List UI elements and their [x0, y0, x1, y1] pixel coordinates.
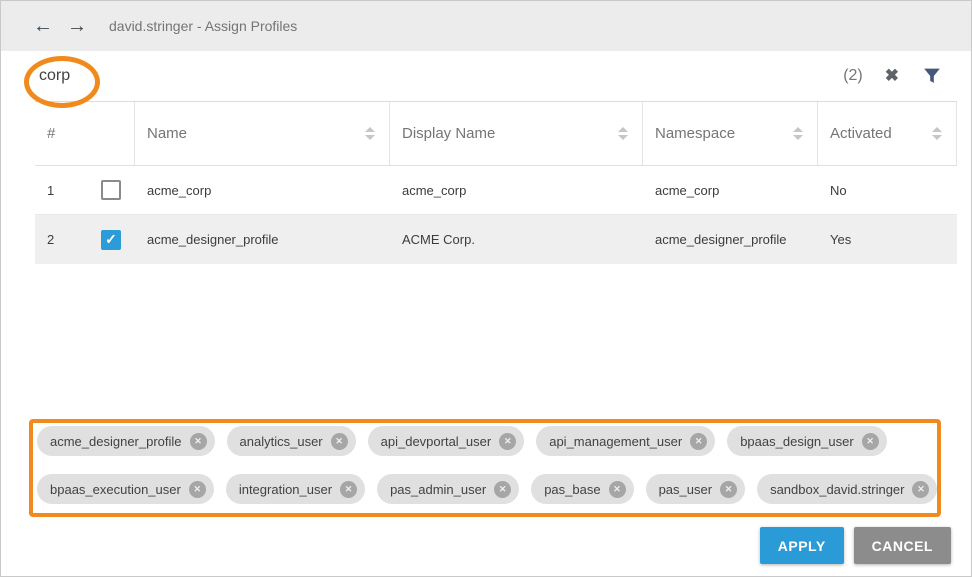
- profiles-table: # Name Display Name Namespace Activated …: [35, 102, 957, 264]
- cell-name: acme_designer_profile: [135, 215, 390, 264]
- titlebar: ← → david.stringer - Assign Profiles: [1, 1, 971, 51]
- table-row[interactable]: 1 acme_corp acme_corp acme_corp No: [35, 166, 957, 215]
- sort-icon[interactable]: [365, 127, 375, 140]
- cell-display-name: ACME Corp.: [390, 215, 643, 264]
- row-checkbox[interactable]: ✓: [101, 230, 121, 250]
- cell-name: acme_corp: [135, 166, 390, 214]
- result-count: (2): [843, 67, 863, 85]
- cell-activated: Yes: [818, 215, 957, 264]
- chip-label: bpaas_execution_user: [50, 482, 181, 497]
- header-display-name[interactable]: Display Name: [390, 102, 643, 165]
- cell-namespace: acme_corp: [643, 166, 818, 214]
- profile-chip[interactable]: bpaas_design_user ✕: [727, 426, 886, 456]
- profile-chip[interactable]: pas_user ✕: [646, 474, 745, 504]
- search-controls: (2) ✖: [843, 65, 957, 87]
- search-bar: corp (2) ✖: [35, 51, 957, 102]
- assign-profiles-dialog: ← → david.stringer - Assign Profiles cor…: [0, 0, 972, 577]
- chip-remove-icon[interactable]: ✕: [340, 481, 357, 498]
- cancel-button[interactable]: CANCEL: [854, 527, 951, 564]
- cell-index: 1: [35, 166, 135, 214]
- cell-activated: No: [818, 166, 957, 214]
- chip-remove-icon[interactable]: ✕: [494, 481, 511, 498]
- profile-chip[interactable]: api_devportal_user ✕: [368, 426, 525, 456]
- chip-remove-icon[interactable]: ✕: [190, 433, 207, 450]
- profile-chip[interactable]: integration_user ✕: [226, 474, 365, 504]
- table-header: # Name Display Name Namespace Activated: [35, 102, 957, 166]
- chip-remove-icon[interactable]: ✕: [189, 481, 206, 498]
- forward-arrow-icon[interactable]: →: [67, 16, 87, 36]
- header-label: Display Name: [402, 125, 495, 142]
- header-namespace[interactable]: Namespace: [643, 102, 818, 165]
- sort-icon[interactable]: [618, 127, 628, 140]
- sort-icon[interactable]: [932, 127, 942, 140]
- profile-chip[interactable]: analytics_user ✕: [227, 426, 356, 456]
- header-label: Namespace: [655, 125, 735, 142]
- profile-chip[interactable]: pas_admin_user ✕: [377, 474, 519, 504]
- assigned-profiles-chips: acme_designer_profile✕analytics_user✕api…: [37, 426, 951, 504]
- chip-label: acme_designer_profile: [50, 434, 182, 449]
- search-input[interactable]: corp: [35, 67, 843, 85]
- cell-namespace: acme_designer_profile: [643, 215, 818, 264]
- row-number: 2: [47, 232, 101, 247]
- dialog-footer: APPLY CANCEL: [1, 527, 971, 564]
- profile-chip[interactable]: acme_designer_profile ✕: [37, 426, 215, 456]
- chip-remove-icon[interactable]: ✕: [690, 433, 707, 450]
- chip-remove-icon[interactable]: ✕: [499, 433, 516, 450]
- sort-icon[interactable]: [793, 127, 803, 140]
- chip-label: api_management_user: [549, 434, 682, 449]
- apply-button[interactable]: APPLY: [760, 527, 844, 564]
- profile-chip[interactable]: api_management_user ✕: [536, 426, 715, 456]
- filter-icon[interactable]: [921, 65, 943, 87]
- chip-label: pas_base: [544, 482, 600, 497]
- header-label: Name: [147, 125, 187, 142]
- chip-remove-icon[interactable]: ✕: [862, 433, 879, 450]
- chip-label: integration_user: [239, 482, 332, 497]
- header-index: #: [35, 102, 135, 165]
- cell-index: 2 ✓: [35, 215, 135, 264]
- profile-chip[interactable]: bpaas_execution_user ✕: [37, 474, 214, 504]
- chip-remove-icon[interactable]: ✕: [331, 433, 348, 450]
- profile-chip[interactable]: sandbox_david.stringer ✕: [757, 474, 937, 504]
- cell-display-name: acme_corp: [390, 166, 643, 214]
- chip-label: api_devportal_user: [381, 434, 492, 449]
- table-row[interactable]: 2 ✓ acme_designer_profile ACME Corp. acm…: [35, 215, 957, 264]
- clear-filter-icon[interactable]: ✖: [885, 66, 899, 86]
- profile-chip[interactable]: pas_base ✕: [531, 474, 633, 504]
- chip-label: pas_user: [659, 482, 712, 497]
- chip-label: analytics_user: [240, 434, 323, 449]
- chip-remove-icon[interactable]: ✕: [720, 481, 737, 498]
- chip-row: acme_designer_profile✕analytics_user✕api…: [37, 426, 951, 456]
- chip-remove-icon[interactable]: ✕: [912, 481, 929, 498]
- chip-remove-icon[interactable]: ✕: [609, 481, 626, 498]
- header-name[interactable]: Name: [135, 102, 390, 165]
- chip-label: sandbox_david.stringer: [770, 482, 904, 497]
- row-number: 1: [47, 183, 101, 198]
- chip-label: pas_admin_user: [390, 482, 486, 497]
- header-activated[interactable]: Activated: [818, 102, 957, 165]
- chip-label: bpaas_design_user: [740, 434, 853, 449]
- header-label: #: [47, 125, 55, 142]
- header-label: Activated: [830, 125, 892, 142]
- row-checkbox[interactable]: [101, 180, 121, 200]
- chip-row: bpaas_execution_user✕integration_user✕pa…: [37, 474, 951, 504]
- dialog-title: david.stringer - Assign Profiles: [109, 18, 297, 34]
- back-arrow-icon[interactable]: ←: [33, 16, 53, 36]
